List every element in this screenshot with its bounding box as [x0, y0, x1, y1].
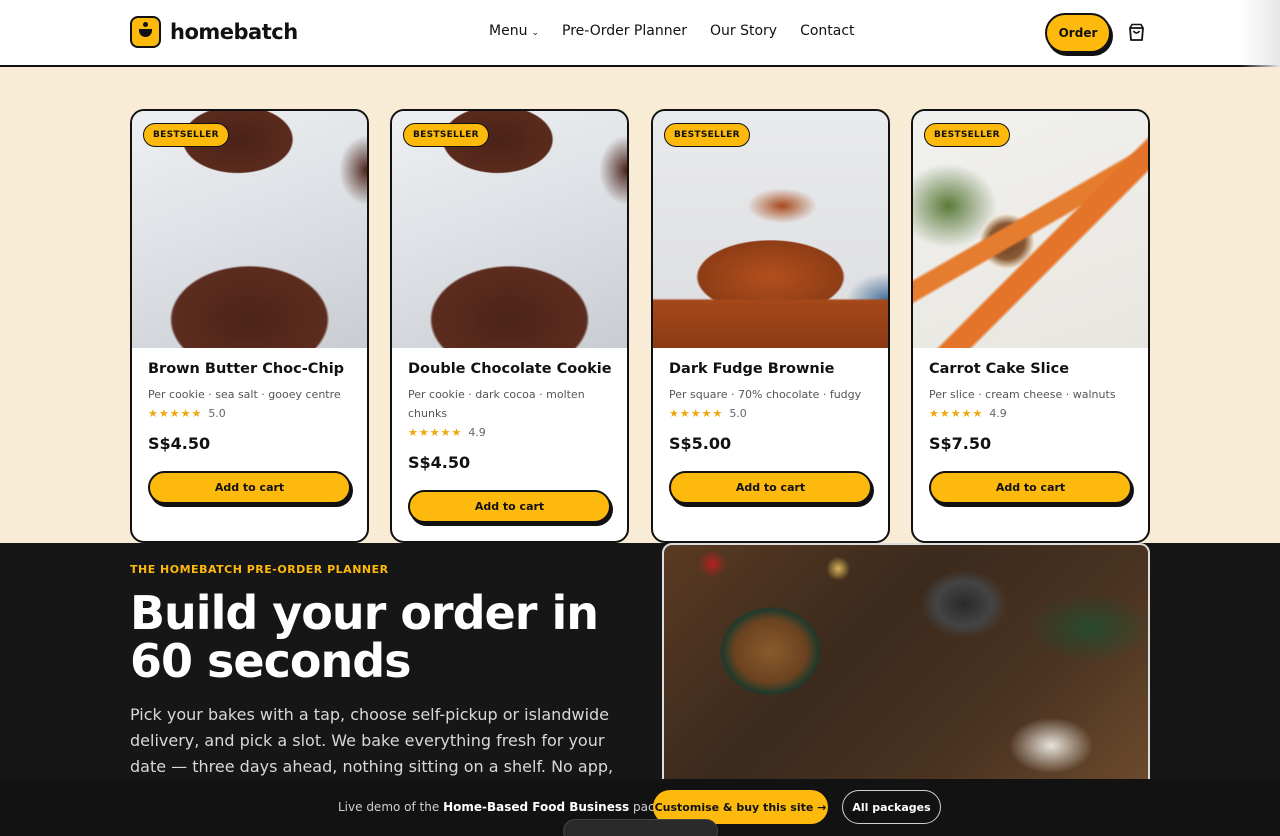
star-rating-icon: ★★★★★	[669, 407, 724, 420]
product-description: Per cookie · dark cocoa · molten chunks	[408, 388, 585, 420]
nav-item-pre-order-planner[interactable]: Pre-Order Planner	[562, 23, 687, 39]
demo-package-name: Home-Based Food Business	[443, 800, 630, 814]
product-description: Per cookie · sea salt · gooey centre	[148, 388, 341, 401]
rating-value: 4.9	[989, 407, 1007, 420]
demo-banner: Live demo of the Home-Based Food Busines…	[0, 779, 1280, 836]
product-rating: ★★★★★ 4.9	[408, 426, 612, 439]
edge-shadow	[1240, 0, 1280, 67]
nav-item-contact[interactable]: Contact	[800, 23, 854, 39]
product-card[interactable]: BESTSELLER Dark Fudge Brownie Per square…	[651, 109, 890, 543]
add-to-cart-button[interactable]: Add to cart	[408, 490, 611, 523]
shopping-bag-icon[interactable]	[1128, 23, 1145, 41]
product-name[interactable]: Dark Fudge Brownie	[669, 361, 873, 377]
chevron-down-icon: ⌄	[531, 28, 539, 38]
rating-value: 5.0	[729, 407, 747, 420]
product-image[interactable]: BESTSELLER	[392, 111, 627, 348]
product-name[interactable]: Brown Butter Choc-Chip	[148, 361, 352, 377]
product-image[interactable]: BESTSELLER	[653, 111, 888, 348]
star-rating-icon: ★★★★★	[148, 407, 203, 420]
floating-toolbar[interactable]	[563, 819, 718, 836]
add-to-cart-button[interactable]: Add to cart	[148, 471, 351, 504]
nav-item-our-story[interactable]: Our Story	[710, 23, 777, 39]
bestseller-badge: BESTSELLER	[924, 123, 1010, 147]
logo-mark-icon	[130, 16, 161, 48]
brand-logo[interactable]: homebatch	[130, 16, 298, 48]
product-price: S$4.50	[408, 453, 471, 472]
planner-title: Build your order in 60 seconds	[130, 586, 599, 688]
brand-name: homebatch	[170, 20, 298, 44]
star-rating-icon: ★★★★★	[408, 426, 463, 439]
product-description: Per square · 70% chocolate · fudgy	[669, 388, 862, 401]
product-name[interactable]: Double Chocolate Cookie	[408, 361, 612, 377]
demo-text: Live demo of the Home-Based Food Busines…	[338, 800, 687, 814]
add-to-cart-button[interactable]: Add to cart	[669, 471, 872, 504]
product-card[interactable]: BESTSELLER Carrot Cake Slice Per slice ·…	[911, 109, 1150, 543]
product-price: S$7.50	[929, 434, 992, 453]
bestseller-badge: BESTSELLER	[403, 123, 489, 147]
product-price: S$5.00	[669, 434, 732, 453]
festive-bakes-photo	[662, 543, 1150, 783]
bestseller-badge: BESTSELLER	[664, 123, 750, 147]
product-card[interactable]: BESTSELLER Double Chocolate Cookie Per c…	[390, 109, 629, 543]
product-description: Per slice · cream cheese · walnuts	[929, 388, 1116, 401]
bestseller-badge: BESTSELLER	[143, 123, 229, 147]
product-name[interactable]: Carrot Cake Slice	[929, 361, 1133, 377]
site-header: homebatch Menu ⌄ Pre-Order Planner Our St…	[0, 0, 1280, 67]
planner-eyebrow: THE HOMEBATCH PRE-ORDER PLANNER	[130, 563, 389, 576]
product-rating: ★★★★★ 5.0	[148, 407, 352, 420]
demo-prefix: Live demo of the	[338, 800, 444, 814]
product-rating: ★★★★★ 4.9	[929, 407, 1133, 420]
order-button[interactable]: Order	[1045, 13, 1111, 53]
nav-item-menu[interactable]: Menu ⌄	[489, 23, 539, 39]
product-rating: ★★★★★ 5.0	[669, 407, 873, 420]
product-price: S$4.50	[148, 434, 211, 453]
all-packages-button[interactable]: All packages	[842, 790, 941, 824]
product-image[interactable]: BESTSELLER	[132, 111, 367, 348]
main-nav: Menu ⌄ Pre-Order Planner Our Story Contac…	[489, 23, 855, 39]
rating-value: 4.9	[468, 426, 486, 439]
product-image[interactable]: BESTSELLER	[913, 111, 1148, 348]
add-to-cart-button[interactable]: Add to cart	[929, 471, 1132, 504]
star-rating-icon: ★★★★★	[929, 407, 984, 420]
product-card[interactable]: BESTSELLER Brown Butter Choc-Chip Per co…	[130, 109, 369, 543]
nav-menu-label: Menu	[489, 23, 528, 39]
rating-value: 5.0	[208, 407, 226, 420]
